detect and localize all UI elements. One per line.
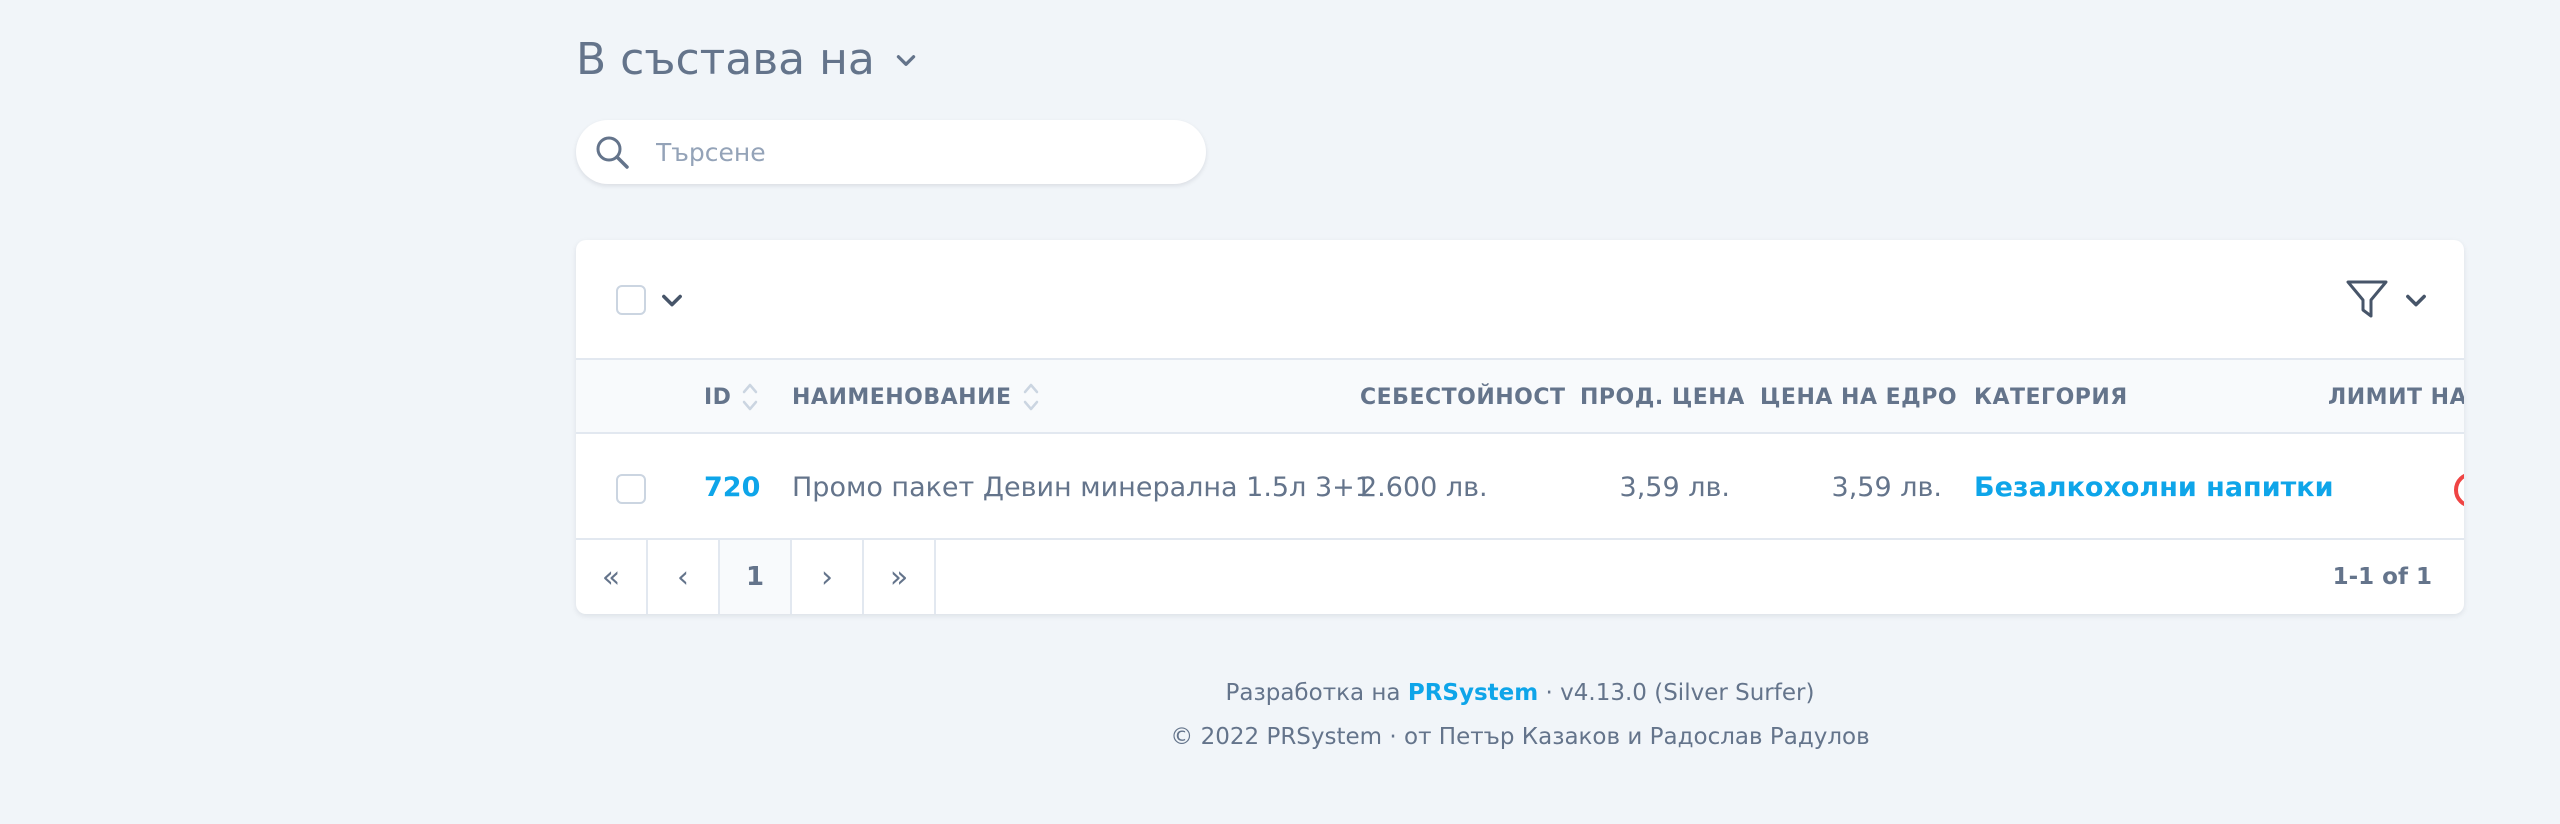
sort-icon bbox=[1022, 380, 1040, 414]
footer-copyright: © 2022 PRSystem · от Петър Казаков и Рад… bbox=[1170, 724, 1870, 750]
footer-version: · v4.13.0 (Silver Surfer) bbox=[1545, 680, 1815, 706]
section-title-dropdown[interactable]: В състава на bbox=[576, 34, 919, 85]
pagination-count: 1-1 of 1 bbox=[2332, 564, 2432, 590]
search-icon bbox=[594, 134, 630, 170]
row-category-link[interactable]: Безалкохолни напитки bbox=[1974, 434, 2334, 540]
last-page-button[interactable]: » bbox=[864, 540, 936, 614]
footer-brand-link[interactable]: PRSystem bbox=[1408, 680, 1538, 706]
footer-dev-line: Разработка на PRSystem · v4.13.0 (Silver… bbox=[576, 680, 2464, 706]
column-header-cost: СЕБЕСТОЙНОСТ bbox=[1360, 384, 1566, 410]
footer-dev-prefix: Разработка на bbox=[1225, 680, 1401, 706]
table-row[interactable]: 720 Промо пакет Девин минерална 1.5л 3+1… bbox=[576, 434, 2464, 540]
products-table-card: ID НАИМЕНОВАНИЕ СЕБЕСТОЙНОСТ ПРОД. ЦЕНА … bbox=[576, 240, 2464, 614]
search-input[interactable] bbox=[656, 137, 1176, 167]
column-header-id[interactable]: ID bbox=[704, 360, 759, 434]
search-box bbox=[576, 120, 1206, 184]
section-title-text: В състава на bbox=[576, 34, 875, 85]
select-all-checkbox[interactable] bbox=[616, 285, 646, 315]
row-id-link[interactable]: 720 bbox=[704, 434, 760, 540]
table-toolbar bbox=[576, 240, 2464, 360]
row-wholesale-price: 3,59 лв. bbox=[1831, 471, 1942, 503]
column-header-wholesale-price: ЦЕНА НА ЕДРО bbox=[1760, 384, 1958, 410]
row-name: Промо пакет Девин минерална 1.5л 3+1 bbox=[792, 471, 1372, 503]
table-header: ID НАИМЕНОВАНИЕ СЕБЕСТОЙНОСТ ПРОД. ЦЕНА … bbox=[576, 360, 2464, 434]
column-header-label: ID bbox=[704, 384, 732, 410]
next-page-button[interactable]: › bbox=[792, 540, 864, 614]
chevron-down-icon[interactable] bbox=[2402, 286, 2430, 314]
column-header-name[interactable]: НАИМЕНОВАНИЕ bbox=[792, 360, 1040, 434]
row-cost: 2.600 лв. bbox=[1360, 471, 1488, 503]
filter-icon[interactable] bbox=[2344, 276, 2390, 322]
column-header-limit: ЛИМИТ НА bbox=[2328, 384, 2464, 410]
chevron-down-icon bbox=[893, 47, 919, 73]
column-header-label: НАИМЕНОВАНИЕ bbox=[792, 384, 1012, 410]
column-header-category: КАТЕГОРИЯ bbox=[1974, 384, 2128, 410]
sort-icon bbox=[741, 380, 759, 414]
chevron-down-icon[interactable] bbox=[658, 286, 686, 314]
pagination: « ‹ 1 › » 1-1 of 1 bbox=[576, 540, 2464, 614]
column-header-sale-price: ПРОД. ЦЕНА bbox=[1580, 384, 1745, 410]
first-page-button[interactable]: « bbox=[576, 540, 648, 614]
page-button-current[interactable]: 1 bbox=[720, 540, 792, 614]
prev-page-button[interactable]: ‹ bbox=[648, 540, 720, 614]
page: В състава на ID bbox=[0, 0, 2560, 824]
limit-status-icon bbox=[2454, 472, 2464, 508]
row-checkbox[interactable] bbox=[616, 474, 646, 504]
row-sale-price: 3,59 лв. bbox=[1619, 471, 1730, 503]
